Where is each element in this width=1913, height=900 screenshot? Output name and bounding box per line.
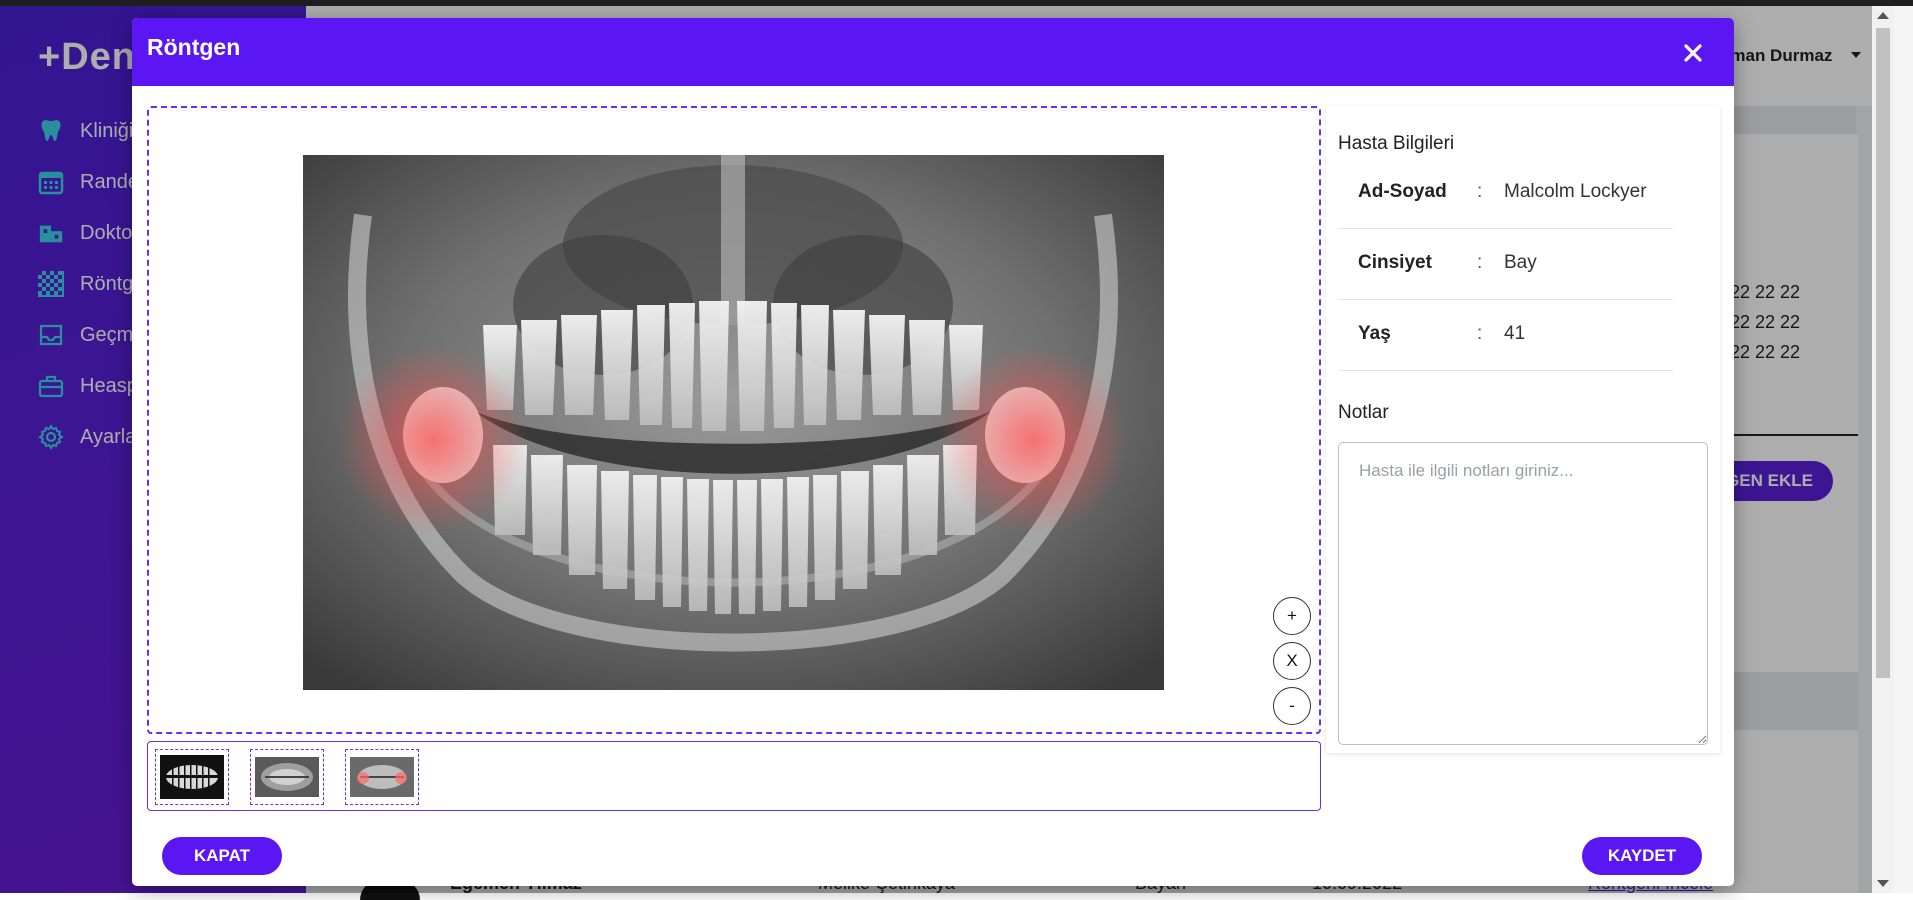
xray-thumb-2[interactable] xyxy=(250,749,324,805)
row-colon: : xyxy=(1477,181,1483,202)
row-colon: : xyxy=(1477,323,1483,344)
patient-info-title: Hasta Bilgileri xyxy=(1338,133,1455,154)
row-value: Bay xyxy=(1504,252,1537,273)
close-icon[interactable] xyxy=(1678,38,1708,68)
xray-thumb-3[interactable] xyxy=(345,749,419,805)
xray-viewer[interactable]: + X - xyxy=(147,106,1321,734)
window-edge xyxy=(1894,6,1913,893)
patient-row-age: Yaş : 41 xyxy=(1338,300,1673,371)
xray-modal: Röntgen + X - Hasta Bilgileri Ad-Soyad:… xyxy=(132,18,1734,886)
row-label: Ad-Soyad xyxy=(1358,181,1447,202)
row-value: 41 xyxy=(1504,323,1526,344)
patient-row-gender: Cinsiyet : Bay xyxy=(1338,229,1673,300)
row-label: Cinsiyet xyxy=(1358,252,1432,273)
row-colon: : xyxy=(1477,252,1483,273)
row-value: Malcolm Lockyer xyxy=(1504,181,1647,202)
reset-zoom-button[interactable]: X xyxy=(1273,642,1311,680)
modal-title: Röntgen xyxy=(147,34,241,60)
scrollbar-thumb[interactable] xyxy=(1876,28,1890,678)
scroll-down-arrow-icon[interactable] xyxy=(1877,880,1889,887)
close-button[interactable]: KAPAT xyxy=(162,837,282,875)
notes-textarea[interactable] xyxy=(1338,442,1708,745)
patient-row-name: Ad-Soyad : Malcolm Lockyer xyxy=(1338,158,1673,229)
thumbnail-strip xyxy=(147,741,1321,811)
row-label: Yaş xyxy=(1358,323,1391,344)
scroll-up-arrow-icon[interactable] xyxy=(1877,12,1889,19)
save-button[interactable]: KAYDET xyxy=(1582,837,1702,875)
notes-title: Notlar xyxy=(1338,402,1389,423)
patient-info-panel: Hasta Bilgileri Ad-Soyad : Malcolm Locky… xyxy=(1326,106,1720,753)
zoom-out-button[interactable]: - xyxy=(1273,687,1311,725)
xray-image[interactable] xyxy=(303,155,1164,690)
modal-header: Röntgen xyxy=(132,18,1734,86)
xray-thumb-1[interactable] xyxy=(155,749,229,805)
zoom-in-button[interactable]: + xyxy=(1273,597,1311,635)
